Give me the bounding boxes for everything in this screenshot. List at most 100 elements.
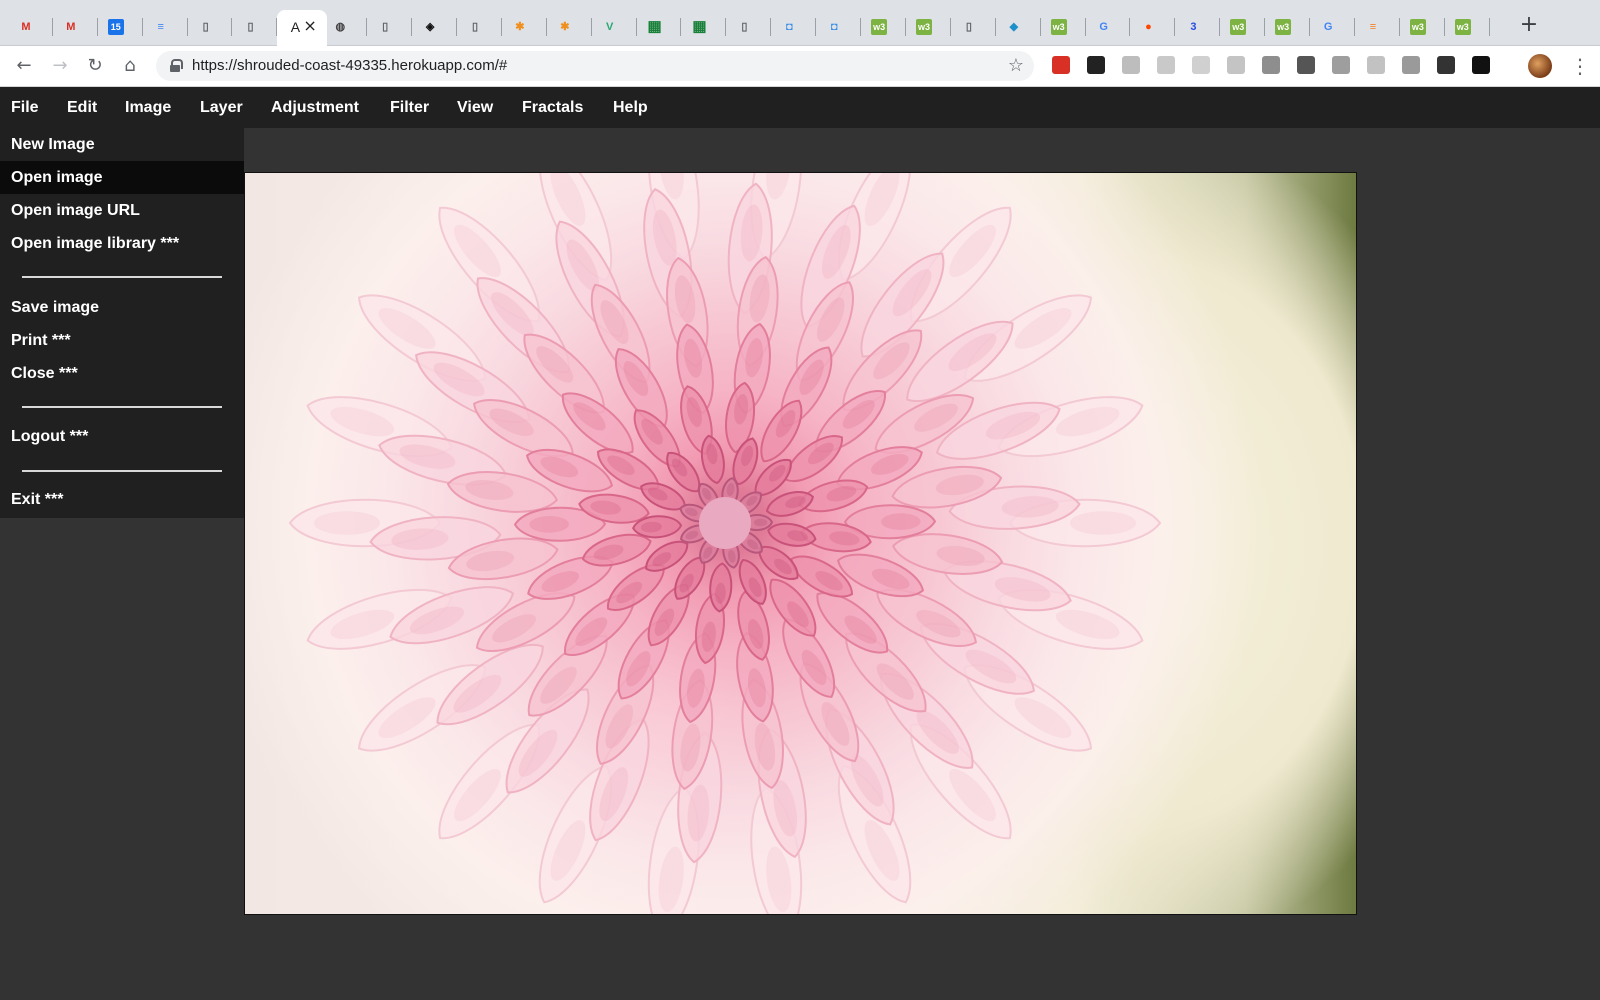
browser-tab[interactable]: ▯ — [726, 10, 772, 46]
menu-item-label: Open image — [11, 169, 103, 186]
browser-tab[interactable]: G — [1310, 10, 1355, 46]
close-tab-icon[interactable]: × — [303, 16, 316, 36]
browser-tab[interactable]: ≡ — [1355, 10, 1400, 46]
browser-tab[interactable]: M — [8, 10, 53, 46]
reddit-icon: ● — [1145, 21, 1152, 33]
menu-help[interactable]: Help — [613, 99, 648, 117]
browser-tab[interactable]: ≡ — [143, 10, 188, 46]
asterisk-icon: ✱ — [560, 21, 570, 33]
browser-tab[interactable]: ◆ — [996, 10, 1041, 46]
browser-tab[interactable]: ▯ — [188, 10, 233, 46]
w3-icon: w3 — [1454, 19, 1471, 35]
w3-icon: w3 — [1409, 19, 1426, 35]
mask-icon[interactable] — [1087, 56, 1105, 74]
menu-item-exit[interactable]: Exit *** — [0, 483, 244, 516]
profile-avatar[interactable] — [1528, 54, 1552, 78]
browser-tab[interactable]: ● — [1131, 10, 1176, 46]
es-icon[interactable] — [1157, 56, 1175, 74]
download-icon[interactable] — [1437, 56, 1455, 74]
menu-fractals[interactable]: Fractals — [522, 99, 583, 117]
active-tab-icon: A — [290, 19, 301, 35]
browser-tab[interactable]: ▯ — [233, 10, 278, 46]
image-canvas[interactable] — [244, 172, 1357, 915]
browser-tab[interactable]: 3 — [1175, 10, 1221, 46]
url-text[interactable]: https://shrouded-coast-49335.herokuapp.c… — [192, 58, 507, 74]
browser-tab[interactable]: w3 — [1220, 10, 1266, 46]
browser-tab[interactable]: w3 — [1400, 10, 1445, 46]
home-icon[interactable]: ⌂ — [118, 54, 142, 78]
menu-layer[interactable]: Layer — [200, 99, 243, 117]
shield-ext-icon[interactable] — [1332, 56, 1350, 74]
menu-adjustment[interactable]: Adjustment — [271, 99, 359, 117]
asterisk-icon: ✱ — [515, 21, 525, 33]
menu-item-open-image[interactable]: Open image — [0, 161, 244, 194]
shield-dark-icon[interactable] — [1472, 56, 1490, 74]
menu-item-open-image-url[interactable]: Open image URL — [0, 194, 244, 227]
menu-image[interactable]: Image — [125, 99, 171, 117]
print-icon[interactable] — [1367, 56, 1385, 74]
feather-icon[interactable] — [1122, 56, 1140, 74]
menu-item-label: New Image — [11, 136, 95, 153]
new-tab-button[interactable]: + — [1518, 14, 1540, 36]
css3-icon: 3 — [1190, 21, 1197, 33]
browser-tab[interactable]: M — [53, 10, 98, 46]
w3-icon: w3 — [1230, 19, 1247, 35]
menu-file[interactable]: File — [11, 99, 39, 117]
browser-tab[interactable]: w3 — [1265, 10, 1311, 46]
menu-item-logout[interactable]: Logout *** — [0, 420, 244, 453]
menu-edit[interactable]: Edit — [67, 99, 97, 117]
google-icon: G — [1099, 21, 1108, 33]
menu-item-label: Save image — [11, 299, 100, 316]
vue-icon: V — [606, 21, 614, 33]
dribbble-icon: ◍ — [335, 21, 346, 33]
browser-menu-icon[interactable]: ⋮ — [1570, 54, 1590, 78]
browser-tab[interactable]: ◘ — [816, 10, 862, 46]
bookmark-star-icon[interactable]: ☆ — [1008, 55, 1024, 77]
browser-tab[interactable]: 15 — [98, 10, 143, 46]
menu-item-open-image-library[interactable]: Open image library *** — [0, 227, 244, 260]
forward-arrow-icon[interactable]: → — [48, 54, 72, 78]
menu-item-save-image[interactable]: Save image — [0, 291, 244, 324]
browser-tab[interactable]: ▦ — [682, 10, 727, 46]
reload-icon[interactable]: ↻ — [83, 54, 107, 78]
browser-tab[interactable]: ▯ — [457, 10, 502, 46]
w3-icon: w3 — [1275, 19, 1292, 35]
browser-tab[interactable]: ◘ — [771, 10, 817, 46]
w3-icon: w3 — [871, 19, 888, 35]
address-bar[interactable]: https://shrouded-coast-49335.herokuapp.c… — [156, 51, 1034, 81]
browser-tab[interactable]: ◈ — [412, 10, 457, 46]
sheets-icon: ▦ — [692, 18, 707, 35]
menu-item-label: Logout *** — [11, 428, 89, 445]
page-icon: ▯ — [247, 21, 254, 33]
menu-item-print[interactable]: Print *** — [0, 324, 244, 357]
page-icon: ▯ — [965, 21, 972, 33]
box-icon[interactable] — [1227, 56, 1245, 74]
browser-tab[interactable]: V — [592, 10, 637, 46]
browser-tab[interactable]: ▯ — [951, 10, 996, 46]
stop-hand-icon[interactable] — [1052, 56, 1070, 74]
browser-tab[interactable]: A × — [277, 10, 328, 46]
flower-petal — [709, 562, 733, 613]
browser-tab[interactable]: ◍ — [322, 10, 368, 46]
browser-tab[interactable]: ▯ — [367, 10, 413, 46]
bulb-icon[interactable] — [1297, 56, 1315, 74]
browser-tab[interactable]: ✱ — [502, 10, 547, 46]
menu-item-close[interactable]: Close *** — [0, 357, 244, 390]
browser-tab[interactable]: w3 — [861, 10, 906, 46]
browser-tab[interactable]: ▦ — [637, 10, 682, 46]
grid-icon[interactable] — [1192, 56, 1210, 74]
lock-icon[interactable] — [170, 59, 183, 72]
browser-tab-strip: + M M 15 ≡ ▯ ▯ A × ◍ ▯ ◈ ▯ ✱ ✱ V ▦ ▦ ▯ ◘ ◘ w3 w3 ▯ ◆ w3 G ● 3 w3 w3 G ≡… — [0, 0, 1600, 46]
browser-tab[interactable]: w3 — [1445, 10, 1490, 46]
menu-item-new-image[interactable]: New Image — [0, 128, 244, 161]
browser-tab[interactable]: ✱ — [547, 10, 592, 46]
back-arrow-icon[interactable]: ← — [12, 54, 36, 78]
browser-tab[interactable]: w3 — [1041, 10, 1086, 46]
browser-tab[interactable]: G — [1086, 10, 1131, 46]
menu-view[interactable]: View — [457, 99, 493, 117]
menu-filter[interactable]: Filter — [390, 99, 429, 117]
browser-tab[interactable]: w3 — [906, 10, 951, 46]
flower-petal — [767, 522, 817, 547]
circle-icon[interactable] — [1402, 56, 1420, 74]
vue-devtools-icon[interactable] — [1262, 56, 1280, 74]
